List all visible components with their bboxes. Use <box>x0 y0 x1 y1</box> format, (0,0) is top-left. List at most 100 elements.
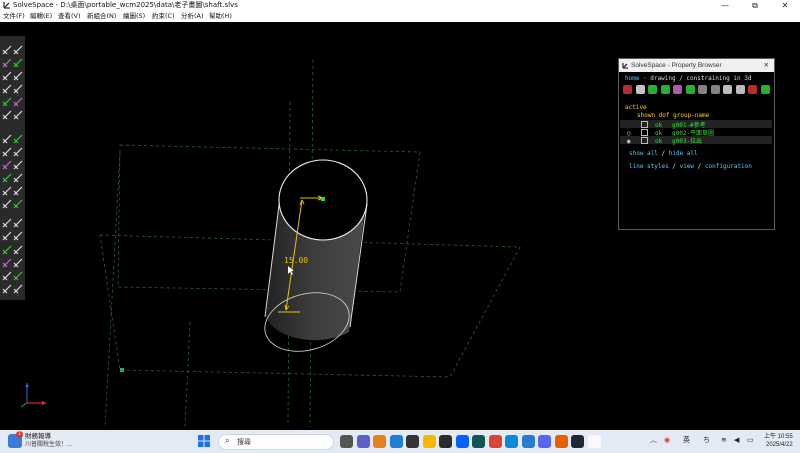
ime-icon[interactable]: ち <box>703 435 710 447</box>
group-name-link[interactable]: g003-拉出 <box>672 138 702 145</box>
midpoint-icon[interactable] <box>2 194 13 209</box>
discord-icon[interactable] <box>538 435 551 448</box>
sketch-icon[interactable] <box>2 253 13 268</box>
menu-help[interactable]: 幫助(H) <box>209 12 232 21</box>
normals-toggle-icon[interactable] <box>635 85 645 94</box>
arc-icon[interactable] <box>13 53 24 68</box>
vscode-icon[interactable] <box>389 435 403 448</box>
constraints-toggle-icon[interactable] <box>660 85 670 94</box>
show-hidden-icons[interactable]: ︿ <box>650 435 657 447</box>
news-title[interactable]: 財務報導 <box>25 433 51 441</box>
text-icon[interactable] <box>2 66 13 81</box>
menu-analyze[interactable]: 分析(A) <box>181 12 204 21</box>
construction-icon[interactable] <box>2 105 13 120</box>
menu-edit[interactable]: 編輯(E) <box>30 12 52 21</box>
step-icon[interactable] <box>13 240 24 255</box>
menu-sketch[interactable]: 繪圖(S) <box>123 12 145 21</box>
bezier-icon[interactable] <box>2 79 13 94</box>
helix-icon[interactable] <box>2 240 13 255</box>
close-icon[interactable]: ✕ <box>764 59 769 72</box>
clock[interactable]: 上午 10:55 2025/4/22 <box>764 433 793 449</box>
symmetric-icon[interactable] <box>13 181 24 196</box>
shown-checkbox[interactable] <box>641 121 648 128</box>
show-all-link[interactable]: show all <box>629 150 658 157</box>
workplane-toggle-icon[interactable] <box>623 85 632 94</box>
hide-all-link[interactable]: hide all <box>669 150 698 157</box>
configuration-link[interactable]: configuration <box>705 163 752 170</box>
copilot-icon[interactable] <box>373 435 386 448</box>
vertical-constraint-icon[interactable] <box>13 142 24 157</box>
nearest-icon[interactable] <box>13 266 24 281</box>
spline-icon[interactable] <box>13 79 24 94</box>
news-subtitle[interactable]: 川普關稅生效！... <box>25 441 72 449</box>
menu-constrain[interactable]: 約束(C) <box>152 12 175 21</box>
compact-icon[interactable] <box>2 279 13 294</box>
teams-icon[interactable] <box>356 435 370 448</box>
antivirus-tray-icon[interactable]: ◉ <box>664 435 670 447</box>
battery-icon[interactable]: ▭ <box>747 435 754 447</box>
solvespace-icon[interactable] <box>587 435 601 448</box>
mesh-toggle-icon[interactable] <box>710 85 720 94</box>
point-on-icon[interactable] <box>2 181 13 196</box>
split-icon[interactable] <box>13 105 24 120</box>
edges-toggle-icon[interactable] <box>698 85 707 94</box>
input-language[interactable]: 英 <box>683 435 690 447</box>
line-icon[interactable] <box>2 40 13 55</box>
point-icon[interactable] <box>2 92 13 107</box>
revolve-icon[interactable] <box>13 226 24 241</box>
image-icon[interactable] <box>13 66 24 81</box>
firefox-icon[interactable] <box>554 435 568 448</box>
line-styles-link[interactable]: line styles <box>629 163 669 170</box>
distance-constraint-icon[interactable] <box>2 129 13 144</box>
parallel-constraint-icon[interactable] <box>2 155 13 170</box>
active-radio[interactable]: ◉ <box>627 138 641 146</box>
home-link[interactable]: home <box>625 75 639 82</box>
edge-icon[interactable] <box>505 435 518 448</box>
import-icon[interactable] <box>13 253 24 268</box>
faces-toggle-icon[interactable] <box>673 85 682 94</box>
app-store-icon[interactable] <box>439 435 452 448</box>
terminal-icon[interactable] <box>406 435 419 448</box>
cylinder-body[interactable] <box>258 159 368 360</box>
photos-icon[interactable] <box>521 435 535 448</box>
equal-icon[interactable] <box>13 168 24 183</box>
points-toggle-icon[interactable] <box>648 85 657 94</box>
volume-icon[interactable]: ◀ <box>734 435 739 447</box>
circle-icon[interactable] <box>2 53 13 68</box>
extrude-icon[interactable] <box>13 213 24 228</box>
view-link[interactable]: view <box>680 163 694 170</box>
search-box[interactable]: ⌕ 搜尋 <box>218 434 334 450</box>
workplane-icon[interactable] <box>2 213 13 228</box>
menu-view[interactable]: 查看(V) <box>58 12 81 21</box>
occluded-toggle-icon[interactable] <box>748 85 757 94</box>
tangent-arc-icon[interactable] <box>13 92 24 107</box>
ortho-icon[interactable] <box>13 279 24 294</box>
shown-checkbox[interactable] <box>641 137 648 144</box>
windows-start-icon[interactable] <box>198 435 210 447</box>
assembly-icon[interactable] <box>2 266 13 281</box>
wifi-icon[interactable]: ≋ <box>721 435 727 447</box>
outlines-toggle-icon[interactable] <box>685 85 695 94</box>
angle-constraint-icon[interactable] <box>13 129 24 144</box>
menu-file[interactable]: 文件(F) <box>3 12 25 21</box>
tangent-icon[interactable] <box>2 168 13 183</box>
maximize-button[interactable]: ⧉ <box>740 0 770 11</box>
horizontal-constraint-icon[interactable] <box>2 142 13 157</box>
dimension-label[interactable]: 15.00 <box>284 256 308 265</box>
chrome-icon[interactable] <box>488 435 502 448</box>
edge-dev-icon[interactable] <box>472 435 485 448</box>
steam-icon[interactable] <box>571 435 584 448</box>
group-row[interactable]: ◉ ok g003-拉出 <box>627 136 702 146</box>
file-explorer-icon[interactable] <box>422 435 436 448</box>
perpendicular-constraint-icon[interactable] <box>13 155 24 170</box>
lathe-icon[interactable] <box>2 226 13 241</box>
menu-new-group[interactable]: 新組合(N) <box>87 12 116 21</box>
shaded-toggle-icon[interactable] <box>723 85 732 94</box>
rectangle-icon[interactable] <box>13 40 24 55</box>
reference-icon[interactable] <box>13 194 24 209</box>
task-view-icon[interactable] <box>340 435 353 448</box>
hidden-lines-toggle-icon[interactable] <box>735 85 745 94</box>
origin-point[interactable] <box>321 197 325 201</box>
shown-checkbox[interactable] <box>641 129 648 136</box>
solid-toggle-icon[interactable] <box>760 85 770 94</box>
